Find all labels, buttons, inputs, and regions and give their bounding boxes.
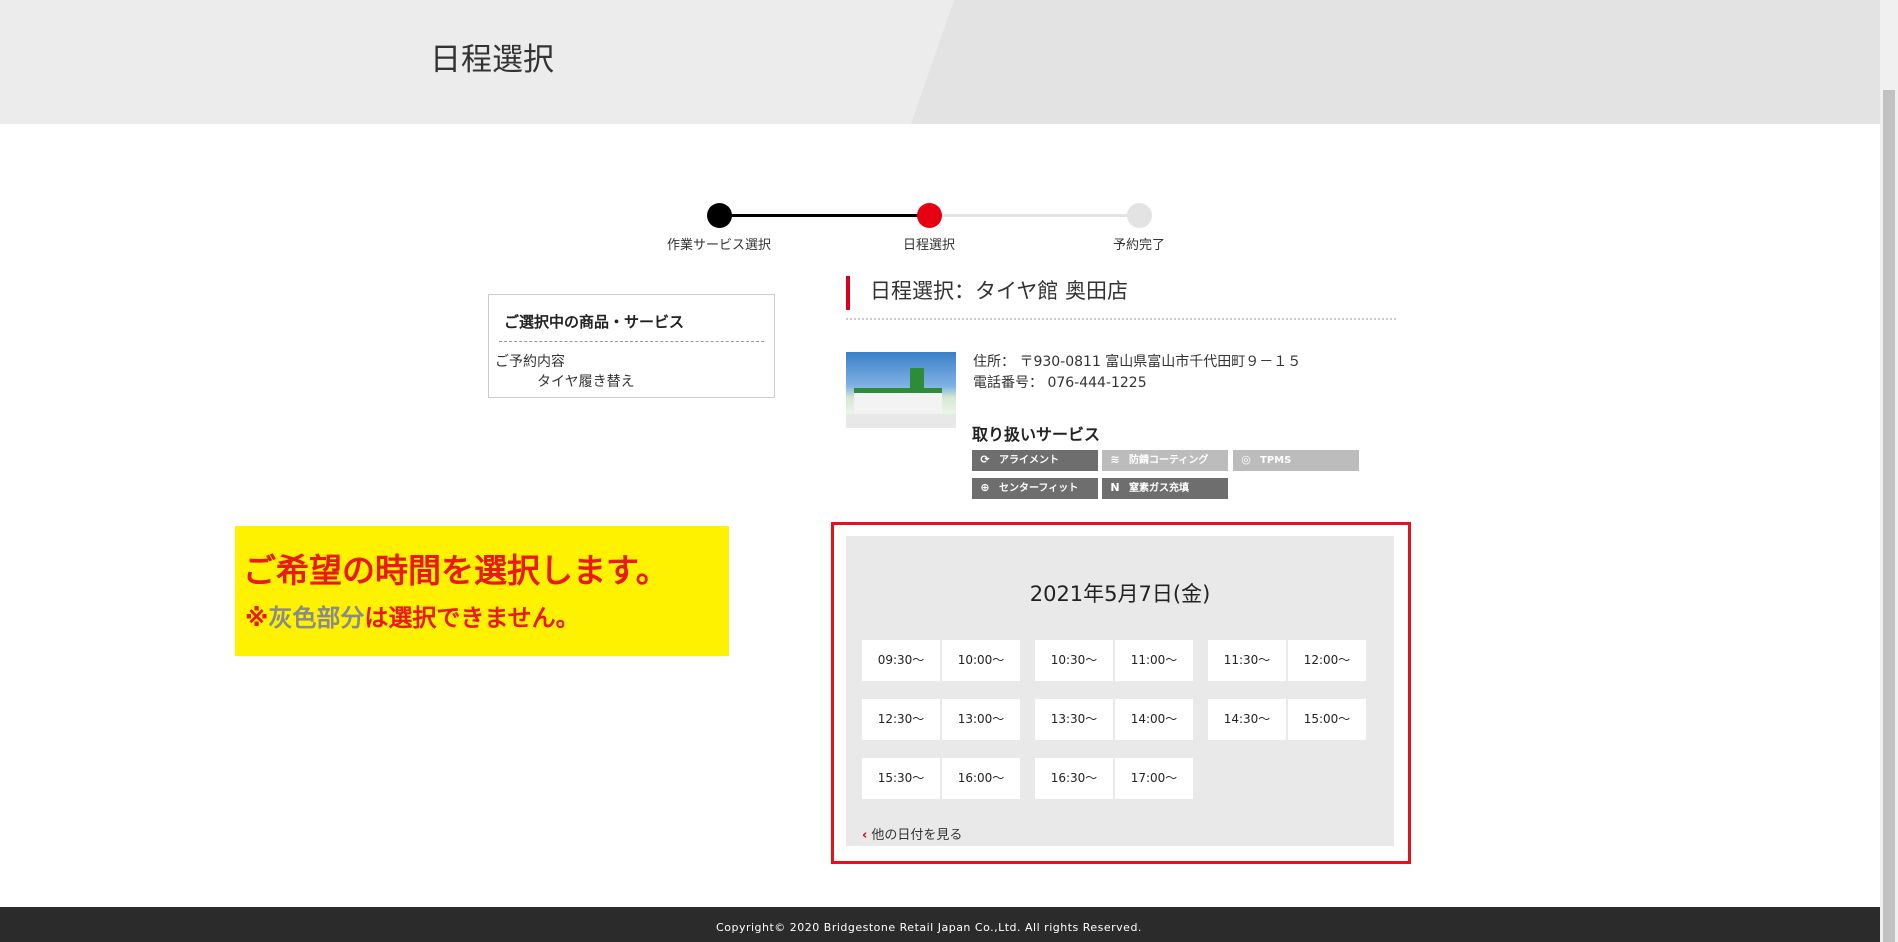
time-slot[interactable]: 14:00～ (1115, 699, 1193, 740)
service-tag-coating: ≋ 防錆コーティング (1102, 450, 1228, 471)
shop-heading: 日程選択：タイヤ館 奥田店 (846, 276, 1128, 310)
time-slot[interactable]: 11:00～ (1115, 640, 1193, 681)
reservation-content-label: ご予約内容 (495, 354, 565, 370)
centerfit-icon: ⊕ (980, 481, 990, 494)
page-footer: Copyright© 2020 Bridgestone Retail Japan… (0, 907, 1880, 942)
service-tag-alignment: ⟳ アライメント (972, 450, 1098, 471)
step-dot-schedule (917, 203, 942, 228)
calendar-date: 2021年5月7日(金) (1029, 582, 1211, 606)
shop-contact: 住所： 〒930-0811 富山県富山市千代田町９－１５ 電話番号： 076-4… (973, 352, 1301, 394)
step-dot-service (707, 203, 732, 228)
stepper-line-done (720, 214, 930, 217)
page-header: 日程選択 (0, 0, 1880, 124)
selected-service-box: ご選択中の商品・サービス ご予約内容 タイヤ履き替え (488, 294, 775, 398)
chevron-left-icon: ‹ (862, 828, 868, 843)
step-label-complete: 予約完了 (1112, 238, 1166, 253)
time-slot[interactable]: 10:30～ (1035, 640, 1113, 681)
shop-phone: 電話番号： 076-444-1225 (973, 375, 1147, 391)
service-tag-nitrogen: N 窒素ガス充填 (1102, 478, 1228, 499)
reservation-content-value: タイヤ履き替え (537, 374, 635, 390)
time-slot[interactable]: 17:00～ (1115, 758, 1193, 799)
time-slot[interactable]: 10:00～ (942, 640, 1020, 681)
time-slot[interactable]: 15:00～ (1288, 699, 1366, 740)
coating-icon: ≋ (1110, 453, 1120, 466)
time-slot[interactable]: 09:30～ (862, 640, 940, 681)
time-slot[interactable]: 13:30～ (1035, 699, 1113, 740)
selected-service-title: ご選択中の商品・サービス (504, 313, 685, 331)
instruction-callout: ご希望の時間を選択します。 ※灰色部分は選択できません。 (235, 526, 729, 656)
step-dot-complete (1127, 203, 1152, 228)
step-label-service: 作業サービス選択 (666, 238, 772, 253)
stepper-line-todo (930, 214, 1140, 217)
service-tag-tpms: ◎ TPMS (1233, 450, 1359, 471)
time-slot[interactable]: 12:00～ (1288, 640, 1366, 681)
nitrogen-icon: N (1110, 481, 1120, 494)
callout-sub-text: ※灰色部分は選択できません。 (245, 604, 580, 632)
time-slot[interactable]: 15:30～ (862, 758, 940, 799)
divider (499, 341, 764, 342)
time-slot[interactable]: 11:30～ (1208, 640, 1286, 681)
scrollbar-thumb[interactable] (1883, 90, 1895, 942)
time-slot[interactable]: 13:00～ (942, 699, 1020, 740)
header-band (0, 0, 954, 124)
tpms-icon: ◎ (1241, 453, 1251, 466)
shop-address: 住所： 〒930-0811 富山県富山市千代田町９－１５ (973, 354, 1302, 370)
shop-photo (846, 352, 956, 428)
step-label-schedule: 日程選択 (902, 238, 956, 253)
page-title: 日程選択 (430, 42, 554, 78)
progress-stepper: 作業サービス選択 日程選択 予約完了 (660, 200, 1165, 260)
copyright-text: Copyright© 2020 Bridgestone Retail Japan… (716, 921, 1142, 934)
time-slot[interactable]: 16:30～ (1035, 758, 1113, 799)
time-slot[interactable]: 14:30～ (1208, 699, 1286, 740)
callout-main-text: ご希望の時間を選択します。 (243, 551, 669, 590)
other-dates-link[interactable]: ‹ 他の日付を見る (862, 824, 962, 843)
time-slot[interactable]: 12:30～ (862, 699, 940, 740)
services-title: 取り扱いサービス (972, 425, 1101, 444)
time-slot[interactable]: 16:00～ (942, 758, 1020, 799)
service-tag-centerfit: ⊕ センターフィット (972, 478, 1098, 499)
alignment-icon: ⟳ (980, 453, 990, 466)
divider (846, 318, 1396, 320)
